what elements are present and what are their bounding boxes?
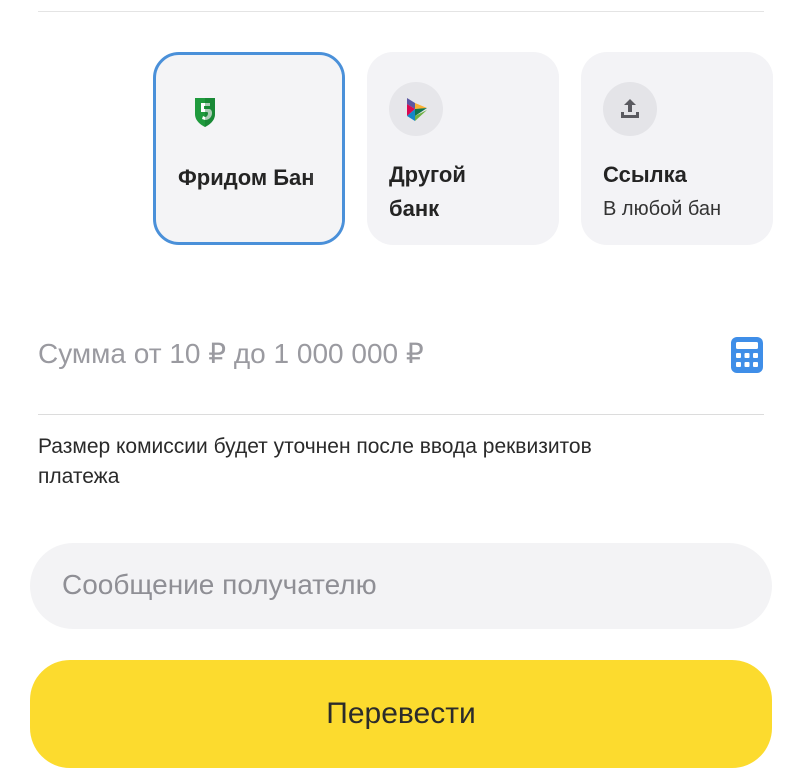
freedom-bank-logo-icon	[178, 85, 232, 139]
amount-divider	[38, 414, 764, 415]
bank-selector: Фридом Бан Другой банк Ссылка В любой ба…	[0, 52, 800, 247]
text-fade	[739, 52, 773, 245]
upload-link-icon	[603, 82, 657, 136]
commission-note: Размер комиссии будет уточнен после ввод…	[38, 435, 592, 488]
calculator-icon[interactable]	[730, 336, 764, 374]
bank-option-other[interactable]: Другой банк	[367, 52, 559, 245]
amount-field	[38, 322, 764, 392]
bank-option-freedom[interactable]: Фридом Бан	[153, 52, 345, 245]
amount-input[interactable]	[38, 332, 698, 376]
message-input[interactable]	[62, 563, 722, 607]
bank-option-link[interactable]: Ссылка В любой бан	[581, 52, 773, 245]
transfer-button[interactable]: Перевести	[30, 660, 772, 768]
message-field[interactable]	[30, 543, 772, 629]
sbp-logo-icon	[389, 82, 443, 136]
text-fade	[525, 52, 559, 245]
top-divider	[38, 11, 764, 12]
text-fade	[308, 55, 342, 242]
